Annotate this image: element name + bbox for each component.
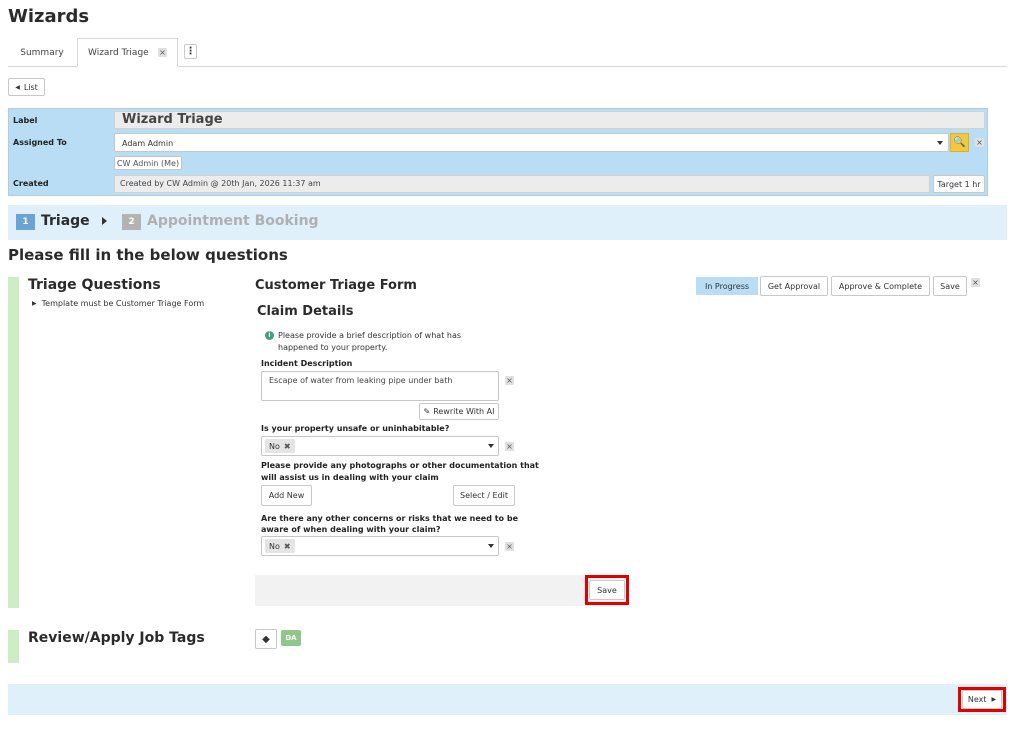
form-title: Customer Triage Form: [255, 278, 417, 293]
search-icon: 🔍: [953, 137, 966, 148]
info-icon: i: [265, 331, 274, 340]
clear-incident-icon[interactable]: ×: [505, 376, 514, 385]
assigned-me-chip[interactable]: CW Admin (Me): [114, 156, 182, 170]
step-2-number[interactable]: 2: [122, 214, 141, 230]
chevron-down-icon: [488, 544, 494, 548]
triage-questions-title: Triage Questions: [28, 277, 161, 293]
caret-right-icon: ▶: [32, 300, 37, 307]
job-tags-title: Review/Apply Job Tags: [28, 630, 205, 646]
clear-unsafe-icon[interactable]: ×: [505, 442, 514, 451]
tags-section-bar: [8, 630, 19, 663]
label-field-label: Label: [13, 116, 38, 125]
target-button[interactable]: Target 1 hr: [933, 175, 985, 193]
clear-assigned-icon[interactable]: ×: [975, 138, 984, 147]
magic-wand-icon: ✎: [423, 407, 431, 416]
save-form-button[interactable]: Save: [933, 276, 967, 296]
incident-description-label: Incident Description: [261, 359, 353, 368]
remove-chip-icon[interactable]: ✖: [284, 442, 291, 451]
get-approval-button[interactable]: Get Approval: [760, 276, 828, 296]
unsafe-label: Is your property unsafe or uninhabitable…: [261, 424, 450, 433]
tab-summary-label: Summary: [20, 48, 64, 58]
triage-note: ▶ Template must be Customer Triage Form: [32, 299, 204, 308]
page-title: Wizards: [8, 6, 90, 27]
created-value: Created by CW Admin @ 20th Jan, 2026 11:…: [120, 179, 321, 188]
assigned-to-select[interactable]: Adam Admin: [114, 133, 949, 152]
created-field: Created by CW Admin @ 20th Jan, 2026 11:…: [114, 175, 930, 193]
step-arrow-icon: [102, 217, 107, 225]
assigned-search-button[interactable]: 🔍: [950, 133, 969, 152]
chevron-down-icon: [488, 444, 494, 448]
label-field-value: Wizard Triage: [122, 112, 223, 127]
wizard-footer-bar: [8, 684, 1007, 715]
remove-chip-icon[interactable]: ✖: [284, 542, 291, 551]
approve-complete-button[interactable]: Approve & Complete: [831, 276, 930, 296]
tab-wizard-triage-label: Wizard Triage: [88, 47, 149, 58]
next-button[interactable]: Next ▶: [962, 690, 1002, 709]
caret-right-icon: ▶: [991, 696, 997, 703]
tag-badge[interactable]: DA: [281, 630, 301, 646]
tab-summary[interactable]: Summary: [8, 40, 76, 66]
add-new-button[interactable]: Add New: [261, 485, 312, 506]
incident-description-textarea[interactable]: Escape of water from leaking pipe under …: [261, 371, 499, 401]
list-button-label: List: [23, 82, 38, 92]
rewrite-with-ai-button[interactable]: ✎ Rewrite With AI: [419, 403, 499, 420]
instruction-heading: Please fill in the below questions: [8, 246, 288, 264]
form-save-strip: [255, 575, 627, 606]
clear-concerns-icon[interactable]: ×: [505, 542, 514, 551]
step-2-label[interactable]: Appointment Booking: [147, 213, 319, 229]
unsafe-chip[interactable]: No ✖: [265, 439, 295, 453]
concerns-chip[interactable]: No ✖: [265, 539, 295, 553]
step-1-number[interactable]: 1: [16, 214, 35, 230]
select-edit-button[interactable]: Select / Edit: [453, 485, 515, 506]
incident-description-value: Escape of water from leaking pipe under …: [269, 376, 453, 385]
photos-label: Please provide any photographs or other …: [261, 461, 539, 482]
assigned-to-value: Adam Admin: [122, 139, 174, 148]
claim-details-title: Claim Details: [257, 304, 354, 319]
chevron-down-icon: [937, 141, 943, 145]
list-button[interactable]: ◀ List: [8, 78, 45, 96]
tag-icon: ◆: [262, 633, 270, 645]
unsafe-select[interactable]: [261, 436, 499, 456]
tab-menu-button[interactable]: ⋮: [184, 44, 197, 59]
close-tab-icon[interactable]: ×: [158, 48, 167, 57]
close-form-icon[interactable]: ×: [971, 278, 980, 287]
concerns-select[interactable]: [261, 536, 499, 556]
created-label: Created: [13, 179, 49, 188]
save-triage-button[interactable]: Save: [589, 580, 625, 600]
triage-note-text: Template must be Customer Triage Form: [41, 299, 205, 308]
assigned-me-chip-label: CW Admin (Me): [116, 158, 180, 168]
assigned-to-label: Assigned To: [13, 138, 67, 147]
tag-picker-button[interactable]: ◆: [255, 629, 277, 649]
step-1-label[interactable]: Triage: [41, 213, 90, 229]
info-text: Please provide a brief description of wh…: [278, 331, 462, 352]
status-badge: In Progress: [696, 277, 758, 295]
concerns-label: Are there any other concerns or risks th…: [261, 514, 518, 534]
triage-section-bar: [8, 277, 19, 608]
caret-left-icon: ◀: [15, 83, 20, 91]
label-field[interactable]: Wizard Triage: [114, 111, 985, 129]
target-button-label: Target 1 hr: [937, 179, 981, 189]
